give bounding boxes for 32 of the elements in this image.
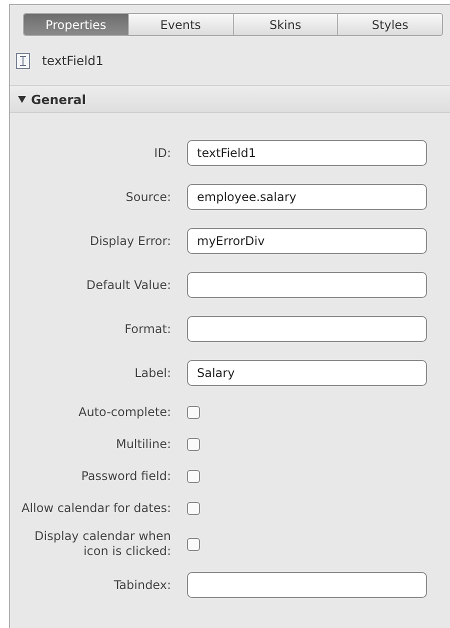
checkbox[interactable] (187, 470, 200, 482)
field-label: Format: (124, 322, 171, 336)
input-field[interactable]: Salary (187, 360, 427, 386)
input-field[interactable]: employee.salary (187, 184, 427, 210)
tab[interactable]: Events (128, 14, 232, 35)
field-label: Multiline: (114, 436, 171, 452)
field-label: Password field: (80, 468, 171, 484)
tab[interactable]: Skins (232, 14, 338, 35)
checkbox[interactable] (187, 438, 200, 450)
input-field[interactable]: myErrorDiv (187, 228, 427, 254)
field-label: Auto-complete: (77, 404, 171, 420)
field-label: Allow calendar for dates: (20, 500, 171, 516)
input-field[interactable] (187, 572, 427, 598)
section-header[interactable]: General (10, 86, 450, 113)
input-field[interactable]: textField1 (187, 140, 427, 166)
text-cursor-icon (16, 52, 30, 68)
field-label: Label: (134, 366, 171, 380)
component-name: textField1 (42, 53, 104, 68)
field-label: ID: (153, 146, 171, 160)
checkbox[interactable] (187, 406, 200, 418)
field-label: Display Error: (88, 234, 171, 248)
field-label: Tabindex: (112, 578, 171, 592)
checkbox[interactable] (187, 538, 200, 550)
section-title: General (31, 92, 86, 106)
field-label: Display calendar when icon is clicked: (34, 529, 171, 559)
tab[interactable]: Properties (24, 14, 128, 35)
tab[interactable]: Styles (337, 14, 442, 35)
field-label: Source: (124, 190, 171, 204)
field-label: Default Value: (85, 278, 171, 292)
checkbox[interactable] (187, 502, 200, 514)
input-field[interactable] (187, 316, 427, 342)
input-field[interactable] (187, 272, 427, 298)
